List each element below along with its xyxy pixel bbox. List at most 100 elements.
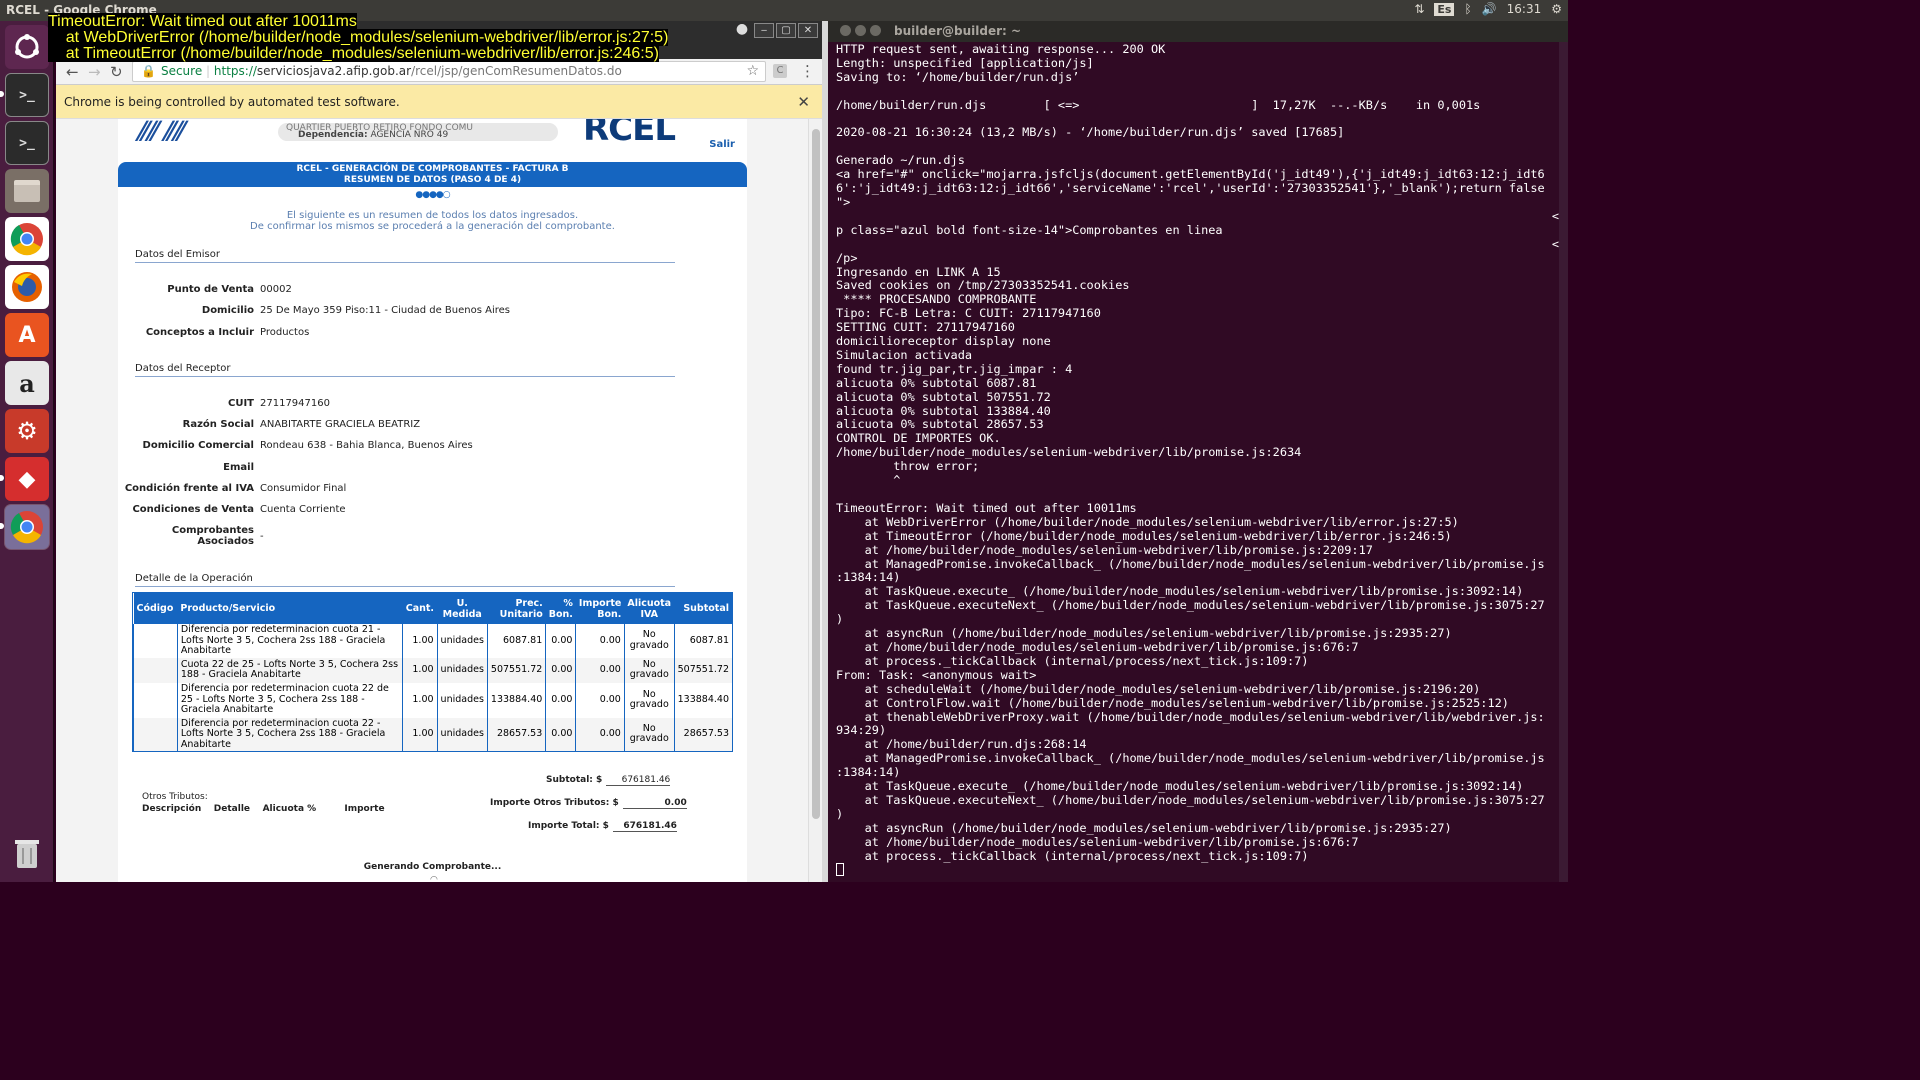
- dependencia: Dependencia: AGENCIA NRO 49: [298, 130, 449, 140]
- otros-tributos-title: Otros Tributos:: [142, 792, 208, 802]
- logout-link[interactable]: Salir: [709, 139, 735, 150]
- intro-line-2: De confirmar los mismos se procederá a l…: [250, 221, 615, 232]
- extension-icon[interactable]: C: [773, 64, 787, 78]
- generating-status: Generando Comprobante...: [363, 862, 502, 872]
- ubuntu-dash-icon[interactable]: [5, 25, 49, 69]
- maximize-button[interactable]: ▢: [776, 23, 796, 38]
- terminal-line: /home/builder/node_modules/selenium-webd…: [836, 445, 1302, 460]
- trash-icon[interactable]: [5, 831, 49, 875]
- running-indicator: [0, 475, 4, 481]
- terminal-scrollbar[interactable]: [1559, 42, 1568, 882]
- amazon-icon[interactable]: a: [5, 361, 49, 405]
- terminal-line: at TaskQueue.executeNext_ (/home/builder…: [836, 792, 1545, 807]
- lock-icon: 🔒: [141, 64, 156, 78]
- running-indicator: [0, 523, 4, 529]
- chrome-menu-icon[interactable]: ⋮: [800, 62, 815, 80]
- window-controls: ● ‒ ▢ ✕: [732, 22, 818, 38]
- close-button[interactable]: [840, 25, 851, 36]
- maximize-button[interactable]: [870, 25, 881, 36]
- otros-tributos-row: Importe Otros Tributos: $0.00: [490, 798, 687, 809]
- chrome-icon[interactable]: [5, 217, 49, 261]
- clock[interactable]: 16:31: [1507, 2, 1542, 16]
- terminal-line: at TaskQueue.execute_ (/home/builder/nod…: [836, 584, 1524, 599]
- terminal-window[interactable]: builder@builder: ~ HTTP request sent, aw…: [828, 21, 1568, 882]
- terminal-line: ^: [836, 473, 901, 488]
- loading-spinner-icon: ◠: [430, 875, 438, 882]
- terminal-line: at asyncRun (/home/builder/node_modules/…: [836, 820, 1452, 835]
- step-banner: RCEL - GENERACIÓN DE COMPROBANTES - FACT…: [118, 162, 747, 187]
- url-path: /rcel/jsp/genComResumenDatos.do: [411, 64, 622, 78]
- profile-icon[interactable]: ●: [732, 22, 752, 38]
- terminal-line: Generado ~/run.djs: [836, 153, 965, 168]
- terminal-line: Saving to: ‘/home/builder/run.djs’: [836, 69, 1080, 84]
- terminal-line: :1384:14): [836, 765, 901, 780]
- volume-icon[interactable]: 🔊: [1482, 2, 1497, 16]
- bluetooth-icon[interactable]: ᛒ: [1464, 2, 1471, 16]
- terminal-line: at /home/builder/run.djs:268:14: [836, 737, 1087, 752]
- terminal-line: 934:29): [836, 723, 887, 738]
- close-button[interactable]: ✕: [798, 23, 818, 38]
- terminal-icon[interactable]: >_: [5, 121, 49, 165]
- otros-tributos-columns: Descripción Detalle Alicuota % Importe: [142, 804, 385, 814]
- automation-infobar: Chrome is being controlled by automated …: [56, 85, 822, 119]
- table-row: Diferencia por redeterminacion cuota 22 …: [133, 682, 732, 718]
- forward-icon[interactable]: →: [88, 63, 101, 81]
- terminal-line: /p>: [836, 250, 858, 265]
- terminal-line: at /home/builder/node_modules/selenium-w…: [836, 639, 1359, 654]
- gear-icon[interactable]: ⚙: [1551, 2, 1562, 16]
- minimize-button[interactable]: ‒: [754, 23, 774, 38]
- terminal-line: Saved cookies on /tmp/27303352541.cookie…: [836, 278, 1130, 293]
- rcel-logo: RCEL: [583, 119, 676, 149]
- terminal-line: throw error;: [836, 459, 980, 474]
- intro-line-1: El siguiente es un resumen de todos los …: [286, 210, 579, 221]
- terminal-line: at ManagedPromise.invokeCallback_ (/home…: [836, 751, 1545, 766]
- terminal-line: at TaskQueue.executeNext_ (/home/builder…: [836, 598, 1545, 613]
- system-settings-icon[interactable]: ⚙: [5, 409, 49, 453]
- secure-label: Secure: [160, 64, 203, 78]
- keyboard-layout-indicator[interactable]: Es: [1434, 2, 1455, 16]
- scrollbar-thumb[interactable]: [812, 129, 820, 819]
- window-controls: [840, 25, 881, 36]
- bookmark-star-icon[interactable]: ☆: [746, 62, 759, 81]
- chrome-icon[interactable]: [5, 505, 49, 549]
- terminal-line: at /home/builder/node_modules/selenium-w…: [836, 834, 1359, 849]
- terminal-line: 2020-08-21 16:30:24 (13,2 MB/s) - ‘/home…: [836, 125, 1345, 140]
- total-row: Importe Total: $676181.46: [528, 821, 677, 832]
- reload-icon[interactable]: ↻: [110, 63, 123, 81]
- terminal-line: at ControlFlow.wait (/home/builder/node_…: [836, 695, 1509, 710]
- terminal-line: SETTING CUIT: 27117947160: [836, 320, 1015, 335]
- banner-subtitle: RESUMEN DE DATOS (PASO 4 DE 4): [343, 175, 522, 185]
- terminal-line: Length: unspecified [application/js]: [836, 55, 1094, 70]
- network-icon[interactable]: ⇅: [1414, 2, 1424, 16]
- minimize-button[interactable]: [855, 25, 866, 36]
- emisor-section-title: Datos del Emisor: [135, 249, 675, 263]
- terminal-line: ): [836, 806, 844, 821]
- back-icon[interactable]: ←: [66, 63, 79, 81]
- subtotal-value: 676181.46: [606, 775, 671, 786]
- error-line: at TimeoutError (/home/builder/node_modu…: [48, 45, 659, 62]
- terminal-line: **** PROCESANDO COMPROBANTE: [836, 292, 1037, 307]
- table-row: Diferencia por redeterminacion cuota 22 …: [133, 717, 732, 751]
- terminal-line: HTTP request sent, awaiting response... …: [836, 42, 1166, 56]
- address-bar[interactable]: 🔒 Secure | https://serviciosjava2.afip.go…: [132, 61, 766, 82]
- page-scrollbar[interactable]: [808, 119, 822, 882]
- terminal-icon[interactable]: >_: [5, 73, 49, 117]
- terminal-line: at process._tickCallback (internal/proce…: [836, 653, 1309, 668]
- terminal-line: ): [836, 612, 844, 627]
- step-progress: ●●●●○: [415, 190, 450, 200]
- firefox-icon[interactable]: [5, 265, 49, 309]
- terminal-line: Tipo: FC-B Letra: C CUIT: 27117947160: [836, 306, 1101, 321]
- anydesk-icon[interactable]: ◆: [5, 457, 49, 501]
- files-icon[interactable]: [5, 169, 49, 213]
- software-center-icon[interactable]: A: [5, 313, 49, 357]
- terminal-line: From: Task: <anonymous wait>: [836, 667, 1037, 682]
- terminal-titlebar[interactable]: builder@builder: ~: [828, 21, 1568, 42]
- rcel-document: ⫽⫽ ⫽⫽ QUARTIER PUERTO RETIRO FONDO COMU …: [118, 119, 747, 882]
- table-row: Diferencia por redeterminacion cuota 21 …: [133, 624, 732, 658]
- close-infobar-icon[interactable]: ✕: [797, 85, 810, 119]
- terminal-output[interactable]: HTTP request sent, awaiting response... …: [836, 42, 1566, 877]
- total-value: 676181.46: [612, 821, 677, 832]
